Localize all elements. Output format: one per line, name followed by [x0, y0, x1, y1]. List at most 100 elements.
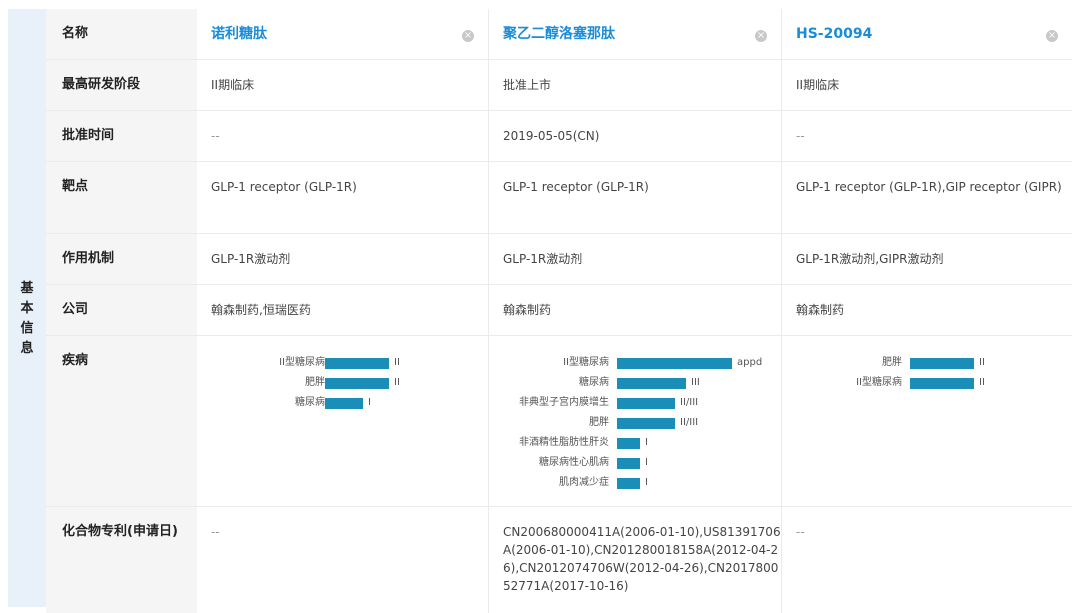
stage-value: II期临床 — [796, 78, 840, 92]
patent-value: CN200680000411A(2006-01-10),US81391706A(… — [489, 507, 782, 613]
drug-name-link[interactable]: 诺利糖肽 — [211, 26, 267, 42]
bar-phase-label: II — [979, 377, 985, 388]
patent-value: -- — [197, 507, 489, 613]
bar[interactable] — [325, 358, 389, 369]
bar-label: 肥胖 — [882, 357, 902, 368]
compare-table: 名称 诺利糖肽 × 聚乙二醇洛塞那肽 × HS-20094 × 最高研发阶段 I… — [46, 9, 1072, 613]
bar-phase-label: I — [645, 457, 648, 468]
row-stage: 最高研发阶段 II期临床 批准上市 II期临床 — [46, 60, 1072, 111]
disease-chart: 肥胖 II II型糖尿病 II — [782, 336, 1072, 506]
bar[interactable] — [617, 478, 640, 489]
bar[interactable] — [325, 398, 363, 409]
company-value: 翰森制药,恒瑞医药 — [197, 285, 489, 335]
row-label-disease: 疾病 — [46, 336, 197, 506]
bar-label: 非酒精性脂肪性肝炎 — [519, 437, 609, 448]
bar-label: II型糖尿病 — [856, 377, 902, 388]
bar-phase-label: I — [368, 397, 371, 408]
close-icon[interactable]: × — [462, 30, 474, 42]
bar[interactable] — [617, 458, 640, 469]
bar-row: 非酒精性脂肪性肝炎 I — [489, 436, 781, 450]
bar-label: 糖尿病 — [295, 397, 325, 408]
stage-value: II期临床 — [197, 60, 489, 110]
bar-row: 肥胖 II — [197, 376, 488, 390]
target-value: GLP-1 receptor (GLP-1R) — [489, 162, 782, 233]
approval-value: -- — [197, 111, 489, 161]
target-value: GLP-1 receptor (GLP-1R) — [197, 162, 489, 233]
bar-label: 肥胖 — [589, 417, 609, 428]
row-disease: 疾病 II型糖尿病 II 肥胖 II 糖尿病 I II型糖尿病 appd 糖尿病 III 非典型子… — [46, 336, 1072, 507]
side-char: 本 — [20, 301, 34, 316]
bar-phase-label: I — [645, 477, 648, 488]
bar[interactable] — [325, 378, 389, 389]
bar-label: 糖尿病 — [579, 377, 609, 388]
row-name: 名称 诺利糖肽 × 聚乙二醇洛塞那肽 × HS-20094 × — [46, 9, 1072, 60]
approval-value: 2019-05-05(CN) — [489, 111, 782, 161]
row-label-mechanism: 作用机制 — [46, 234, 197, 284]
row-approval: 批准时间 -- 2019-05-05(CN) -- — [46, 111, 1072, 162]
close-icon[interactable]: × — [755, 30, 767, 42]
bar-row: 糖尿病 III — [489, 376, 781, 390]
bar-phase-label: II — [394, 377, 400, 388]
drug-name-link[interactable]: 聚乙二醇洛塞那肽 — [503, 26, 615, 42]
bar-label: 肥胖 — [305, 377, 325, 388]
patent-value: -- — [796, 525, 805, 539]
bar[interactable] — [617, 378, 686, 389]
bar[interactable] — [617, 418, 675, 429]
bar-row: 肥胖 II — [782, 356, 1072, 370]
drug-col-1: 诺利糖肽 × — [197, 9, 489, 59]
bar-phase-label: I — [645, 437, 648, 448]
bar[interactable] — [617, 438, 640, 449]
bar-phase-label: II — [394, 357, 400, 368]
bar[interactable] — [617, 358, 732, 369]
bar-row: II型糖尿病 appd — [489, 356, 781, 370]
row-label-stage: 最高研发阶段 — [46, 60, 197, 110]
bar[interactable] — [617, 398, 675, 409]
drug-compare-panel: 基 本 信 息 名称 诺利糖肽 × 聚乙二醇洛塞那肽 × HS-20094 × … — [0, 0, 1080, 613]
row-label-approval: 批准时间 — [46, 111, 197, 161]
close-icon[interactable]: × — [1046, 30, 1058, 42]
approval-value: -- — [796, 129, 805, 143]
bar-row: II型糖尿病 II — [197, 356, 488, 370]
side-char: 息 — [20, 341, 34, 356]
row-target: 靶点 GLP-1 receptor (GLP-1R) GLP-1 recepto… — [46, 162, 1072, 234]
bar-row: 糖尿病性心肌病 I — [489, 456, 781, 470]
bar-label: II型糖尿病 — [563, 357, 609, 368]
mechanism-value: GLP-1R激动剂 — [197, 234, 489, 284]
bar-phase-label: III — [691, 377, 700, 388]
bar-phase-label: II/III — [680, 397, 699, 408]
drug-col-2: 聚乙二醇洛塞那肽 × — [489, 9, 782, 59]
bar[interactable] — [910, 378, 974, 389]
row-company: 公司 翰森制药,恒瑞医药 翰森制药 翰森制药 — [46, 285, 1072, 336]
bar-label: 肌肉减少症 — [559, 477, 609, 488]
row-patent: 化合物专利(申请日) -- CN200680000411A(2006-01-10… — [46, 507, 1072, 613]
bar-row: 肥胖 II/III — [489, 416, 781, 430]
bar-row: 非典型子宫内膜增生 II/III — [489, 396, 781, 410]
target-value: GLP-1 receptor (GLP-1R),GIP receptor (GI… — [796, 180, 1062, 194]
bar-row: II型糖尿病 II — [782, 376, 1072, 390]
drug-name-link[interactable]: HS-20094 — [796, 26, 872, 42]
company-value: 翰森制药 — [489, 285, 782, 335]
bar-phase-label: II — [979, 357, 985, 368]
side-char: 基 — [20, 281, 34, 296]
bar-label: 非典型子宫内膜增生 — [519, 397, 609, 408]
section-label-basic-info: 基 本 信 息 — [8, 9, 46, 607]
disease-chart: II型糖尿病 appd 糖尿病 III 非典型子宫内膜增生 II/III 肥胖 II/III 非… — [489, 336, 782, 506]
side-char: 信 — [20, 321, 34, 336]
bar-phase-label: II/III — [680, 417, 699, 428]
disease-chart: II型糖尿病 II 肥胖 II 糖尿病 I — [197, 336, 489, 506]
row-label-target: 靶点 — [46, 162, 197, 233]
bar-row: 肌肉减少症 I — [489, 476, 781, 490]
row-mechanism: 作用机制 GLP-1R激动剂 GLP-1R激动剂 GLP-1R激动剂,GIPR激… — [46, 234, 1072, 285]
row-label-name: 名称 — [46, 9, 197, 59]
drug-col-3: HS-20094 × — [782, 9, 1072, 59]
bar-label: II型糖尿病 — [279, 357, 325, 368]
mechanism-value: GLP-1R激动剂,GIPR激动剂 — [796, 252, 944, 266]
bar-label: 糖尿病性心肌病 — [539, 457, 609, 468]
row-label-patent: 化合物专利(申请日) — [46, 507, 197, 613]
bar-row: 糖尿病 I — [197, 396, 488, 410]
company-value: 翰森制药 — [796, 303, 845, 317]
bar[interactable] — [910, 358, 974, 369]
mechanism-value: GLP-1R激动剂 — [489, 234, 782, 284]
row-label-company: 公司 — [46, 285, 197, 335]
bar-phase-label: appd — [737, 357, 763, 368]
